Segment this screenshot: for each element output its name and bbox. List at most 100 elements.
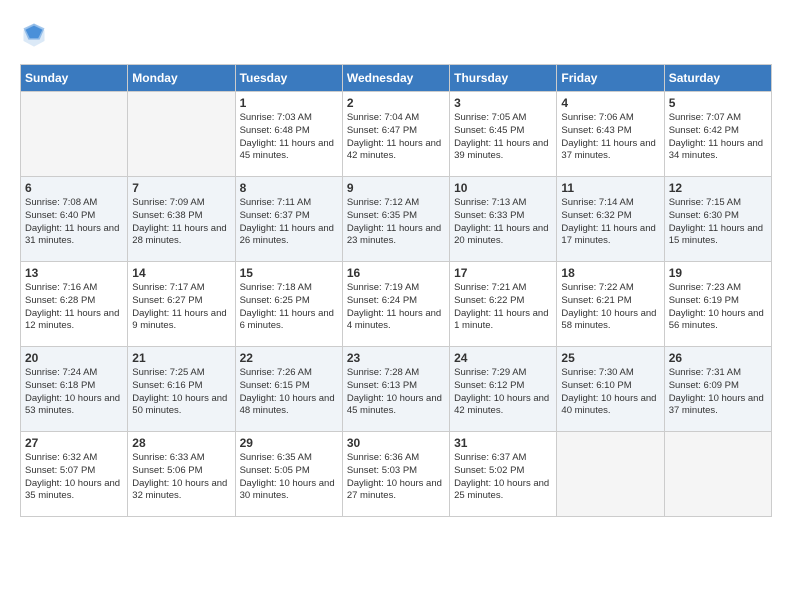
col-header-wednesday: Wednesday: [342, 65, 449, 92]
day-number: 21: [132, 351, 230, 365]
day-number: 30: [347, 436, 445, 450]
calendar-cell: 19 Sunrise: 7:23 AM Sunset: 6:19 PM Dayli…: [664, 262, 771, 347]
calendar-cell: 1 Sunrise: 7:03 AM Sunset: 6:48 PM Daylig…: [235, 92, 342, 177]
day-number: 26: [669, 351, 767, 365]
cell-info: Sunrise: 7:25 AM Sunset: 6:16 PM Dayligh…: [132, 367, 230, 418]
calendar-cell: 17 Sunrise: 7:21 AM Sunset: 6:22 PM Dayli…: [450, 262, 557, 347]
calendar-cell: 2 Sunrise: 7:04 AM Sunset: 6:47 PM Daylig…: [342, 92, 449, 177]
day-number: 9: [347, 181, 445, 195]
day-number: 11: [561, 181, 659, 195]
cell-info: Sunrise: 7:28 AM Sunset: 6:13 PM Dayligh…: [347, 367, 445, 418]
calendar-cell: 9 Sunrise: 7:12 AM Sunset: 6:35 PM Daylig…: [342, 177, 449, 262]
cell-info: Sunrise: 7:21 AM Sunset: 6:22 PM Dayligh…: [454, 282, 552, 333]
header-row: SundayMondayTuesdayWednesdayThursdayFrid…: [21, 65, 772, 92]
day-number: 20: [25, 351, 123, 365]
cell-info: Sunrise: 6:35 AM Sunset: 5:05 PM Dayligh…: [240, 452, 338, 503]
cell-info: Sunrise: 7:22 AM Sunset: 6:21 PM Dayligh…: [561, 282, 659, 333]
day-number: 25: [561, 351, 659, 365]
calendar-cell: 25Sunrise: 7:30 AM Sunset: 6:10 PM Dayli…: [557, 347, 664, 432]
cell-info: Sunrise: 7:26 AM Sunset: 6:15 PM Dayligh…: [240, 367, 338, 418]
cell-info: Sunrise: 7:12 AM Sunset: 6:35 PM Dayligh…: [347, 197, 445, 248]
cell-info: Sunrise: 7:11 AM Sunset: 6:37 PM Dayligh…: [240, 197, 338, 248]
day-number: 13: [25, 266, 123, 280]
cell-info: Sunrise: 7:07 AM Sunset: 6:42 PM Dayligh…: [669, 112, 767, 163]
day-number: 5: [669, 96, 767, 110]
day-number: 19: [669, 266, 767, 280]
week-row-2: 6 Sunrise: 7:08 AM Sunset: 6:40 PM Daylig…: [21, 177, 772, 262]
page-header: [20, 20, 772, 48]
week-row-5: 27 Sunrise: 6:32 AM Sunset: 5:07 PM Dayli…: [21, 432, 772, 517]
logo: [20, 20, 52, 48]
cell-info: Sunrise: 7:05 AM Sunset: 6:45 PM Dayligh…: [454, 112, 552, 163]
calendar-cell: 7Sunrise: 7:09 AM Sunset: 6:38 PM Daylig…: [128, 177, 235, 262]
calendar-cell: 20Sunrise: 7:24 AM Sunset: 6:18 PM Dayli…: [21, 347, 128, 432]
col-header-saturday: Saturday: [664, 65, 771, 92]
calendar-cell: 21 Sunrise: 7:25 AM Sunset: 6:16 PM Dayli…: [128, 347, 235, 432]
day-number: 6: [25, 181, 123, 195]
cell-info: Sunrise: 6:33 AM Sunset: 5:06 PM Dayligh…: [132, 452, 230, 503]
cell-info: Sunrise: 7:06 AM Sunset: 6:43 PM Dayligh…: [561, 112, 659, 163]
day-number: 10: [454, 181, 552, 195]
cell-info: Sunrise: 7:29 AM Sunset: 6:12 PM Dayligh…: [454, 367, 552, 418]
day-number: 3: [454, 96, 552, 110]
calendar-cell: [664, 432, 771, 517]
day-number: 14: [132, 266, 230, 280]
cell-info: Sunrise: 7:23 AM Sunset: 6:19 PM Dayligh…: [669, 282, 767, 333]
cell-info: Sunrise: 7:08 AM Sunset: 6:40 PM Dayligh…: [25, 197, 123, 248]
day-number: 29: [240, 436, 338, 450]
logo-icon: [20, 20, 48, 48]
day-number: 23: [347, 351, 445, 365]
calendar-cell: 6 Sunrise: 7:08 AM Sunset: 6:40 PM Daylig…: [21, 177, 128, 262]
calendar-cell: 16Sunrise: 7:19 AM Sunset: 6:24 PM Dayli…: [342, 262, 449, 347]
day-number: 17: [454, 266, 552, 280]
day-number: 7: [132, 181, 230, 195]
col-header-sunday: Sunday: [21, 65, 128, 92]
day-number: 2: [347, 96, 445, 110]
calendar-cell: 23 Sunrise: 7:28 AM Sunset: 6:13 PM Dayli…: [342, 347, 449, 432]
calendar-cell: 18 Sunrise: 7:22 AM Sunset: 6:21 PM Dayli…: [557, 262, 664, 347]
calendar-cell: 30 Sunrise: 6:36 AM Sunset: 5:03 PM Dayli…: [342, 432, 449, 517]
day-number: 18: [561, 266, 659, 280]
calendar-cell: 28 Sunrise: 6:33 AM Sunset: 5:06 PM Dayli…: [128, 432, 235, 517]
day-number: 22: [240, 351, 338, 365]
day-number: 16: [347, 266, 445, 280]
day-number: 31: [454, 436, 552, 450]
cell-info: Sunrise: 6:32 AM Sunset: 5:07 PM Dayligh…: [25, 452, 123, 503]
cell-info: Sunrise: 7:18 AM Sunset: 6:25 PM Dayligh…: [240, 282, 338, 333]
calendar-cell: 3 Sunrise: 7:05 AM Sunset: 6:45 PM Daylig…: [450, 92, 557, 177]
day-number: 8: [240, 181, 338, 195]
col-header-thursday: Thursday: [450, 65, 557, 92]
calendar-cell: 12 Sunrise: 7:15 AM Sunset: 6:30 PM Dayli…: [664, 177, 771, 262]
calendar-cell: [21, 92, 128, 177]
col-header-monday: Monday: [128, 65, 235, 92]
cell-info: Sunrise: 7:15 AM Sunset: 6:30 PM Dayligh…: [669, 197, 767, 248]
calendar-cell: [557, 432, 664, 517]
col-header-tuesday: Tuesday: [235, 65, 342, 92]
calendar-cell: 24 Sunrise: 7:29 AM Sunset: 6:12 PM Dayli…: [450, 347, 557, 432]
day-number: 15: [240, 266, 338, 280]
calendar-cell: 22 Sunrise: 7:26 AM Sunset: 6:15 PM Dayli…: [235, 347, 342, 432]
cell-info: Sunrise: 6:37 AM Sunset: 5:02 PM Dayligh…: [454, 452, 552, 503]
cell-info: Sunrise: 6:36 AM Sunset: 5:03 PM Dayligh…: [347, 452, 445, 503]
col-header-friday: Friday: [557, 65, 664, 92]
cell-info: Sunrise: 7:14 AM Sunset: 6:32 PM Dayligh…: [561, 197, 659, 248]
day-number: 24: [454, 351, 552, 365]
day-number: 1: [240, 96, 338, 110]
calendar-cell: [128, 92, 235, 177]
day-number: 27: [25, 436, 123, 450]
calendar-cell: 10 Sunrise: 7:13 AM Sunset: 6:33 PM Dayli…: [450, 177, 557, 262]
day-number: 28: [132, 436, 230, 450]
week-row-1: 1 Sunrise: 7:03 AM Sunset: 6:48 PM Daylig…: [21, 92, 772, 177]
calendar-cell: 27 Sunrise: 6:32 AM Sunset: 5:07 PM Dayli…: [21, 432, 128, 517]
cell-info: Sunrise: 7:03 AM Sunset: 6:48 PM Dayligh…: [240, 112, 338, 163]
day-number: 12: [669, 181, 767, 195]
day-number: 4: [561, 96, 659, 110]
calendar-cell: 15 Sunrise: 7:18 AM Sunset: 6:25 PM Dayli…: [235, 262, 342, 347]
cell-info: Sunrise: 7:13 AM Sunset: 6:33 PM Dayligh…: [454, 197, 552, 248]
calendar-cell: 4 Sunrise: 7:06 AM Sunset: 6:43 PM Daylig…: [557, 92, 664, 177]
calendar-cell: 8 Sunrise: 7:11 AM Sunset: 6:37 PM Daylig…: [235, 177, 342, 262]
week-row-4: 20Sunrise: 7:24 AM Sunset: 6:18 PM Dayli…: [21, 347, 772, 432]
cell-info: Sunrise: 7:04 AM Sunset: 6:47 PM Dayligh…: [347, 112, 445, 163]
calendar-cell: 31 Sunrise: 6:37 AM Sunset: 5:02 PM Dayli…: [450, 432, 557, 517]
calendar-cell: 5 Sunrise: 7:07 AM Sunset: 6:42 PM Daylig…: [664, 92, 771, 177]
